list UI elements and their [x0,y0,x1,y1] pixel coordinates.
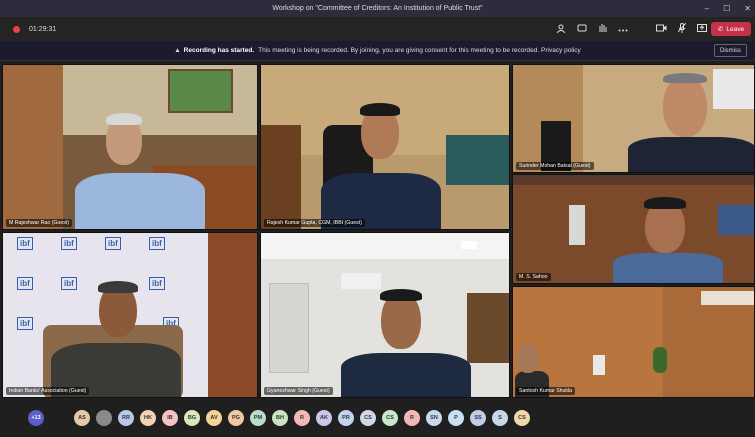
participants-icon[interactable] [556,24,566,35]
person-hair [663,73,707,83]
participant-strip: +13 AS RR HK IB BG AV PG PM BH R AK PR CS CS R SN P SS S CS [0,398,755,437]
participant-name: M Rajeshwar Rao (Guest) [6,219,72,227]
participant-avatar[interactable]: SS [470,409,486,426]
chat-icon[interactable] [577,24,587,35]
meeting-timer: 01:29:31 [29,25,57,33]
air-conditioner [341,273,381,289]
participant-avatar[interactable]: RR [118,409,134,426]
close-window-button[interactable]: ✕ [744,4,751,13]
camera-icon[interactable] [656,24,667,34]
ibf-logo: ibf [61,277,77,290]
share-screen-icon[interactable] [697,23,707,35]
video-grid: M Rajeshwar Rao (Guest) Rajesh Kumar Gup… [0,62,755,398]
participant-avatar[interactable]: BG [184,409,200,426]
participant-name: Gyaneshwar Singh (Guest) [264,387,333,395]
video-tile-1[interactable]: M Rajeshwar Rao (Guest) [2,64,258,230]
participant-name: Santosh Kumar Shukla [516,387,576,395]
more-participants-button[interactable]: +13 [28,409,44,426]
ibf-logo: ibf [17,317,33,330]
participant-avatar[interactable]: CS [382,409,398,426]
video-tile-6[interactable]: Gyaneshwar Singh (Guest) [260,232,510,398]
wall-top [513,175,754,185]
participant-avatar[interactable]: PM [250,409,266,426]
monitor [718,205,754,235]
banner-text: This meeting is being recorded. By joini… [258,47,581,54]
participant-name: Rajesh Kumar Gupta, CGM, IBBI (Guest) [264,219,365,227]
person-hair [360,103,400,116]
video-tile-2[interactable]: Rajesh Kumar Gupta, CGM, IBBI (Guest) [260,64,510,230]
toolbar-controls [556,17,707,41]
bookshelf [3,65,63,229]
participant-avatar[interactable]: PR [338,409,354,426]
participant-avatar[interactable]: SN [426,409,442,426]
participant-avatar[interactable]: AK [316,409,332,426]
microphone-icon[interactable] [677,22,687,35]
shelf-item [593,355,605,375]
ceiling-light [461,241,477,249]
plant [653,347,667,373]
leave-label: Leave [726,25,745,33]
raise-hand-icon[interactable] [598,23,607,35]
person-head [517,343,539,373]
participant-avatar[interactable]: IB [162,409,178,426]
shelf-item [569,205,585,245]
ibf-logo: ibf [149,277,165,290]
person-head [663,75,707,137]
ibf-logo: ibf [149,237,165,250]
person-hair [380,289,422,301]
warning-icon: ▲ [174,47,181,54]
title-bar: Workshop on "Committee of Creditors: An … [0,0,755,17]
participant-avatar[interactable]: BH [272,409,288,426]
leave-button[interactable]: ✆ Leave [711,22,751,36]
participant-avatar[interactable]: R [294,409,310,426]
window [713,69,754,109]
ibf-logo: ibf [17,277,33,290]
cabinet [261,125,301,229]
video-tile-5[interactable]: ibf ibf ibf ibf ibf ibf ibf ibf ibf Indi… [2,232,258,398]
ibf-logo: ibf [61,237,77,250]
dismiss-button[interactable]: Dismiss [714,44,747,57]
sofa [446,135,509,185]
recording-icon [13,25,20,33]
video-tile-3[interactable]: Surinder Mohan Batsal (Guest) [512,64,755,173]
wall-panel [208,233,257,397]
phone-icon: ✆ [717,26,724,33]
meeting-toolbar: 01:29:31 ✆ Leave [0,17,755,41]
participant-name: Indian Banks' Association (Guest) [6,387,90,395]
participant-avatar[interactable]: CS [514,409,530,426]
minimize-button[interactable]: – [705,4,709,13]
ibf-logo: ibf [17,237,33,250]
participant-photo-avatar[interactable] [96,409,112,426]
video-tile-7[interactable]: Santosh Kumar Shukla [512,286,755,398]
more-options-icon[interactable] [618,24,628,34]
video-tile-4[interactable]: M. S. Sahoo [512,174,755,284]
participant-avatar[interactable]: CS [360,409,376,426]
ceiling [701,291,754,305]
door [269,283,309,373]
person-body [613,253,723,283]
shelf [467,293,509,363]
participant-avatar[interactable]: AV [206,409,222,426]
maximize-button[interactable]: ☐ [723,4,730,13]
person-hair [106,113,142,125]
painting [168,69,233,113]
person-body [341,353,471,397]
person-hair [644,197,686,209]
participant-avatar[interactable]: AS [74,409,90,426]
banner-heading: Recording has started. [183,47,255,54]
participant-name: Surinder Mohan Batsal (Guest) [516,162,594,170]
window-controls: – ☐ ✕ [705,0,751,17]
participant-avatar[interactable]: S [492,409,508,426]
person-hair [98,281,138,293]
participant-name: M. S. Sahoo [516,273,551,281]
recording-banner: ▲ Recording has started. This meeting is… [0,41,755,61]
person-body [75,173,205,229]
ibf-logo: ibf [105,237,121,250]
window-title: Workshop on "Committee of Creditors: An … [272,5,483,12]
participant-avatar[interactable]: HK [140,409,156,426]
participant-avatar[interactable]: P [448,409,464,426]
participant-avatar[interactable]: PG [228,409,244,426]
participant-avatar[interactable]: R [404,409,420,426]
person-body [628,137,754,172]
